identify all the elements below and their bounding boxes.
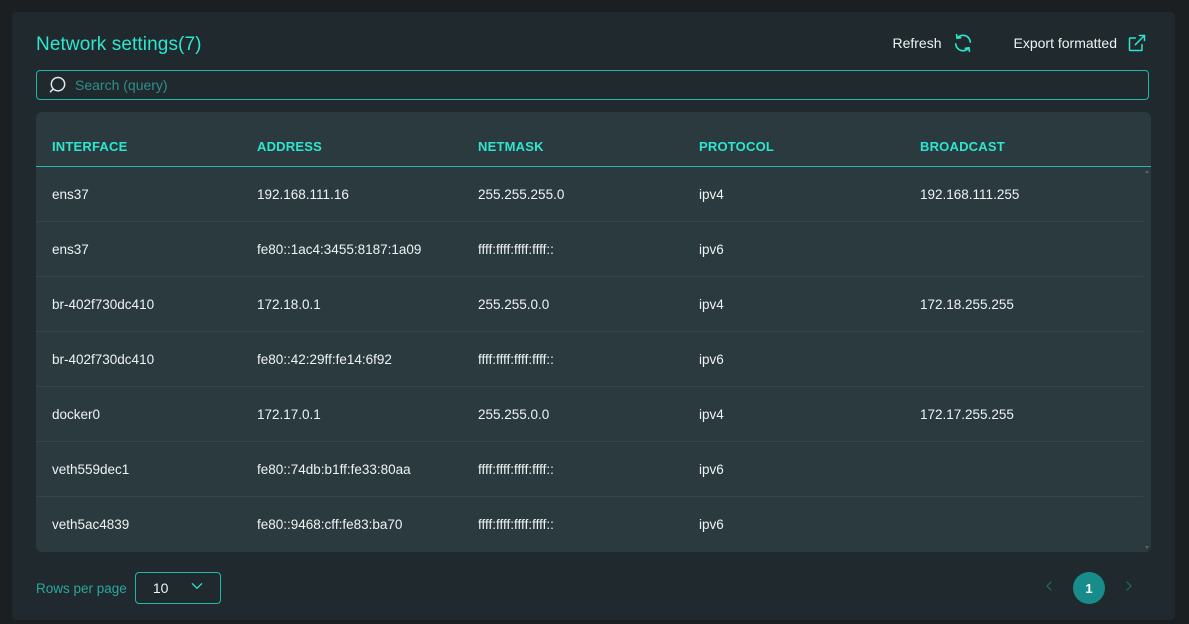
cell-interface: ens37 — [52, 241, 89, 257]
scroll-up-arrow-icon[interactable] — [1145, 170, 1149, 173]
cell-address: 172.18.0.1 — [257, 296, 321, 312]
cell-netmask: ffff:ffff:ffff:ffff:: — [478, 516, 554, 532]
cell-broadcast: 192.168.111.255 — [920, 186, 1020, 202]
column-header-address[interactable]: ADDRESS — [257, 124, 478, 154]
header-actions: Refresh Export formatted — [852, 32, 1147, 54]
table-header: INTERFACE ADDRESS NETMASK PROTOCOL BROAD… — [36, 112, 1151, 167]
rows-per-page-label: Rows per page — [36, 580, 127, 596]
cell-interface: br-402f730dc410 — [52, 351, 155, 367]
table-row: br-402f730dc410 172.18.0.1 255.255.0.0 i… — [36, 277, 1143, 332]
cell-protocol: ipv6 — [699, 461, 724, 477]
cell-interface: br-402f730dc410 — [52, 296, 155, 312]
cell-netmask: ffff:ffff:ffff:ffff:: — [478, 461, 554, 477]
rows-per-page-control: Rows per page 10 — [36, 572, 221, 604]
network-table: INTERFACE ADDRESS NETMASK PROTOCOL BROAD… — [36, 112, 1151, 552]
cell-address: 172.17.0.1 — [257, 406, 321, 422]
cell-interface: veth5ac4839 — [52, 516, 130, 532]
network-settings-panel: Network settings(7) Refresh Export forma… — [12, 12, 1175, 620]
cell-netmask: 255.255.0.0 — [478, 296, 550, 312]
export-label: Export formatted — [1013, 35, 1118, 51]
table-scrollbar[interactable] — [1143, 167, 1151, 552]
cell-address: fe80::9468:cff:fe83:ba70 — [257, 516, 403, 532]
cell-address: fe80::42:29ff:fe14:6f92 — [257, 351, 392, 367]
cell-interface: docker0 — [52, 406, 101, 422]
column-header-interface[interactable]: INTERFACE — [36, 124, 257, 154]
cell-netmask: ffff:ffff:ffff:ffff:: — [478, 351, 554, 367]
cell-protocol: ipv6 — [699, 241, 724, 257]
cell-broadcast: 172.17.255.255 — [920, 406, 1014, 422]
cell-netmask: 255.255.0.0 — [478, 406, 550, 422]
previous-page-button[interactable] — [1033, 572, 1065, 604]
chevron-down-icon — [190, 579, 204, 598]
table-row: ens37 192.168.111.16 255.255.255.0 ipv4 … — [36, 167, 1143, 222]
cell-netmask: ffff:ffff:ffff:ffff:: — [478, 241, 554, 257]
cell-protocol: ipv6 — [699, 351, 724, 367]
cell-broadcast: 172.18.255.255 — [920, 296, 1014, 312]
cell-protocol: ipv6 — [699, 516, 724, 532]
search-icon — [48, 75, 68, 95]
scroll-down-arrow-icon[interactable] — [1145, 546, 1149, 549]
cell-address: fe80::1ac4:3455:8187:1a09 — [257, 241, 422, 257]
search-input[interactable] — [73, 71, 1148, 99]
cell-interface: veth559dec1 — [52, 461, 130, 477]
cell-address: fe80::74db:b1ff:fe33:80aa — [257, 461, 411, 477]
page-title: Network settings(7) — [36, 34, 202, 55]
rows-per-page-value: 10 — [152, 580, 169, 596]
chevron-right-icon — [1123, 579, 1135, 597]
cell-address: 192.168.111.16 — [257, 186, 349, 202]
page-button-current[interactable]: 1 — [1073, 572, 1105, 604]
cell-protocol: ipv4 — [699, 406, 724, 422]
cell-interface: ens37 — [52, 186, 89, 202]
column-header-broadcast[interactable]: BROADCAST — [920, 124, 1120, 154]
search-box[interactable] — [36, 70, 1149, 100]
table-row: br-402f730dc410 fe80::42:29ff:fe14:6f92 … — [36, 332, 1143, 387]
next-page-button[interactable] — [1113, 572, 1145, 604]
table-row: ens37 fe80::1ac4:3455:8187:1a09 ffff:fff… — [36, 222, 1143, 277]
cell-protocol: ipv4 — [699, 296, 724, 312]
refresh-label: Refresh — [892, 35, 942, 51]
refresh-button[interactable]: Refresh — [892, 32, 973, 54]
column-header-protocol[interactable]: PROTOCOL — [699, 124, 920, 154]
pagination: 1 — [1033, 572, 1145, 604]
table-body: ens37 192.168.111.16 255.255.255.0 ipv4 … — [36, 167, 1151, 551]
export-formatted-button[interactable]: Export formatted — [1014, 33, 1148, 53]
rows-per-page-select[interactable]: 10 — [134, 572, 221, 604]
table-row: docker0 172.17.0.1 255.255.0.0 ipv4 172.… — [36, 387, 1143, 442]
cell-netmask: 255.255.255.0 — [478, 186, 565, 202]
refresh-icon — [952, 32, 974, 54]
cell-protocol: ipv4 — [699, 186, 724, 202]
chevron-left-icon — [1043, 579, 1055, 597]
table-row: veth5ac4839 fe80::9468:cff:fe83:ba70 fff… — [36, 497, 1143, 551]
external-link-icon — [1127, 33, 1147, 53]
column-header-netmask[interactable]: NETMASK — [478, 124, 699, 154]
table-row: veth559dec1 fe80::74db:b1ff:fe33:80aa ff… — [36, 442, 1143, 497]
